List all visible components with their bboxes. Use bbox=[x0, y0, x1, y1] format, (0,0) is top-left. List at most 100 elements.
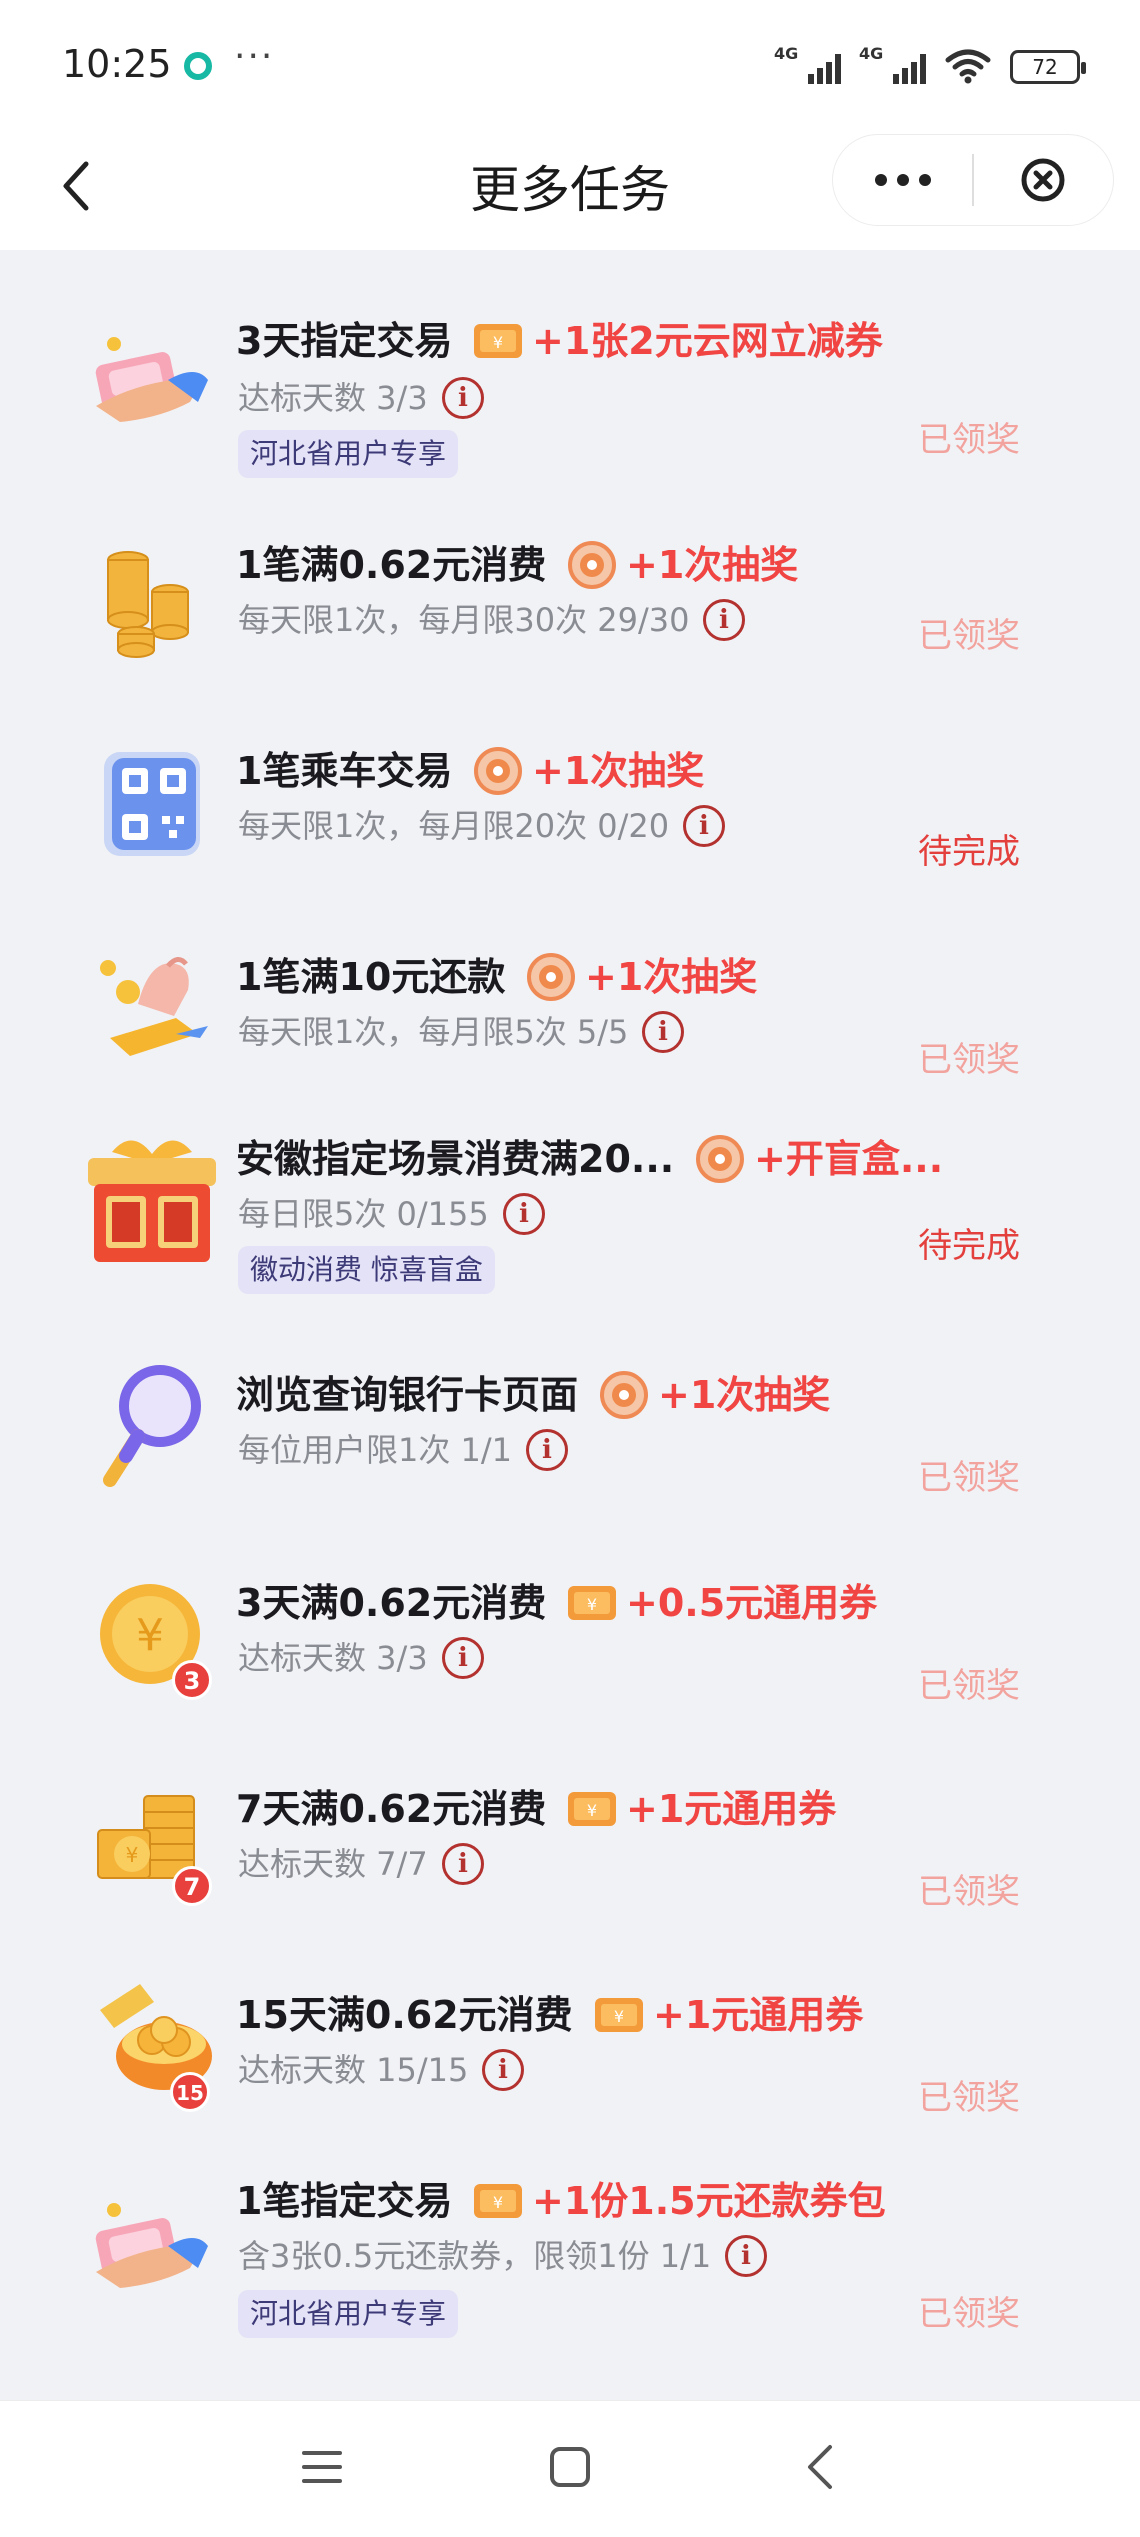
reward-text: +1次抽奖 bbox=[585, 955, 758, 999]
task-status: 已领奖 bbox=[918, 1872, 1020, 1912]
lottery-disc-icon bbox=[692, 1134, 748, 1184]
task-title: 浏览查询银行卡页面 bbox=[236, 1373, 579, 1417]
task-row[interactable]: ¥ 3 3天满0.62元消费 ¥ +0.5元通用券 达标天数 3/3 i 已领奖 bbox=[0, 1578, 1140, 1706]
task-row[interactable]: ¥ 7 7天满0.62元消费 ¥ +1元通用券 达标天数 7/7 i 已领奖 bbox=[0, 1784, 1140, 1912]
task-title: 1笔指定交易 bbox=[236, 2179, 453, 2223]
hand-cash-icon bbox=[80, 310, 220, 450]
day-count-badge: 7 bbox=[172, 1866, 212, 1906]
task-title: 1笔满10元还款 bbox=[236, 955, 506, 999]
qr-code-icon bbox=[80, 734, 220, 874]
reward-text: +1份1.5元还款券包 bbox=[532, 2179, 886, 2223]
reward-text: +1次抽奖 bbox=[658, 1373, 831, 1417]
day-count-badge: 15 bbox=[170, 2072, 210, 2112]
svg-text:¥: ¥ bbox=[136, 1610, 164, 1661]
network-type-label: 4G bbox=[859, 44, 884, 63]
reward-text: +开盲盒... bbox=[754, 1137, 944, 1181]
reward-text: +1元通用券 bbox=[626, 1787, 837, 1831]
lottery-disc-icon bbox=[470, 746, 526, 796]
gold-coins-icon bbox=[80, 530, 220, 670]
task-progress: 每天限1次，每月限30次 29/30 bbox=[238, 601, 690, 639]
close-button[interactable] bbox=[974, 134, 1113, 226]
task-progress: 每天限1次，每月限5次 5/5 bbox=[238, 1013, 629, 1051]
reward-text: +1次抽奖 bbox=[532, 749, 705, 793]
back-icon[interactable] bbox=[798, 2441, 842, 2493]
task-row[interactable]: 15 15天满0.62元消费 ¥ +1元通用券 达标天数 15/15 i 已领奖 bbox=[0, 1984, 1140, 2118]
task-row[interactable]: 1笔指定交易 ¥ +1份1.5元还款券包 含3张0.5元还款券，限领1份 1/1… bbox=[0, 2176, 1140, 2346]
task-row[interactable]: 浏览查询银行卡页面 +1次抽奖 每位用户限1次 1/1 i 已领奖 bbox=[0, 1365, 1140, 1498]
task-row[interactable]: 1笔满10元还款 +1次抽奖 每天限1次，每月限5次 5/5 i 已领奖 bbox=[0, 952, 1140, 1080]
lottery-disc-icon bbox=[564, 540, 620, 590]
task-title: 1笔乘车交易 bbox=[236, 749, 453, 793]
campaign-tag: 徽动消费 惊喜盲盒 bbox=[238, 1246, 495, 1294]
home-icon[interactable] bbox=[548, 2445, 592, 2489]
info-icon[interactable]: i bbox=[503, 1193, 545, 1235]
dot-icon bbox=[896, 174, 909, 186]
task-row[interactable]: 安徽指定场景消费满20... +开盲盒... 每日限5次 0/155 i 徽动消… bbox=[0, 1134, 1140, 1304]
dot-icon bbox=[874, 174, 887, 186]
info-icon[interactable]: i bbox=[642, 1011, 684, 1053]
task-list: 3天指定交易 ¥ +1张2元云网立减券 达标天数 3/3 i 河北省用户专享 已… bbox=[0, 250, 1140, 2400]
signal-icon: 4G bbox=[774, 44, 841, 84]
task-row[interactable]: 1笔乘车交易 +1次抽奖 每天限1次，每月限20次 0/20 i 待完成 bbox=[0, 746, 1140, 872]
task-progress: 每天限1次，每月限20次 0/20 bbox=[238, 807, 670, 845]
coupon-icon: ¥ bbox=[470, 316, 526, 366]
task-title: 15天满0.62元消费 bbox=[236, 1993, 573, 2037]
info-icon[interactable]: i bbox=[725, 2235, 767, 2277]
more-options-button[interactable] bbox=[833, 134, 972, 226]
reward-text: +1张2元云网立减券 bbox=[532, 319, 883, 363]
magnifier-icon bbox=[80, 1356, 220, 1496]
dot-icon bbox=[918, 174, 931, 186]
info-icon[interactable]: i bbox=[703, 599, 745, 641]
nav-bar: 更多任务 bbox=[0, 130, 1140, 250]
info-icon[interactable]: i bbox=[442, 1637, 484, 1679]
day-count-badge: 3 bbox=[172, 1660, 212, 1700]
region-tag: 河北省用户专享 bbox=[238, 430, 459, 478]
network-type-label: 4G bbox=[774, 44, 799, 63]
task-progress: 达标天数 7/7 bbox=[238, 1845, 428, 1883]
wifi-icon bbox=[944, 48, 992, 84]
region-tag: 河北省用户专享 bbox=[238, 2290, 459, 2338]
battery-icon: 72 bbox=[1010, 50, 1086, 84]
task-title: 安徽指定场景消费满20... bbox=[236, 1137, 675, 1181]
task-status: 已领奖 bbox=[918, 1040, 1020, 1080]
task-progress: 每日限5次 0/155 bbox=[238, 1195, 489, 1233]
coupon-icon: ¥ bbox=[564, 1784, 620, 1834]
task-status: 已领奖 bbox=[918, 1666, 1020, 1706]
status-bar: 10:25 ··· 4G 4G 72 bbox=[0, 0, 1140, 130]
reward-text: +1元通用券 bbox=[653, 1993, 864, 2037]
task-status: 待完成 bbox=[918, 1226, 1020, 1266]
coupon-icon: ¥ bbox=[591, 1990, 647, 2040]
notification-more-icon: ··· bbox=[234, 36, 275, 77]
info-icon[interactable]: i bbox=[526, 1429, 568, 1471]
gift-box-icon bbox=[78, 1124, 226, 1272]
task-title: 7天满0.62元消费 bbox=[236, 1787, 547, 1831]
task-status: 已领奖 bbox=[918, 420, 1020, 460]
lottery-disc-icon bbox=[523, 952, 579, 1002]
svg-text:¥: ¥ bbox=[493, 2193, 503, 2212]
svg-text:¥: ¥ bbox=[614, 2007, 624, 2026]
svg-text:¥: ¥ bbox=[587, 1595, 597, 1614]
info-icon[interactable]: i bbox=[442, 1843, 484, 1885]
task-status: 已领奖 bbox=[918, 2078, 1020, 2118]
task-title: 1笔满0.62元消费 bbox=[236, 543, 547, 587]
hand-coin-icon bbox=[80, 938, 220, 1078]
lottery-disc-icon bbox=[596, 1370, 652, 1420]
info-icon[interactable]: i bbox=[683, 805, 725, 847]
task-progress: 达标天数 3/3 bbox=[238, 379, 428, 417]
coupon-icon: ¥ bbox=[470, 2176, 526, 2226]
menu-icon[interactable] bbox=[300, 2445, 344, 2489]
task-status: 已领奖 bbox=[918, 616, 1020, 656]
signal-icon: 4G bbox=[859, 44, 926, 84]
task-row[interactable]: 3天指定交易 ¥ +1张2元云网立减券 达标天数 3/3 i 河北省用户专享 已… bbox=[0, 310, 1140, 478]
status-time: 10:25 bbox=[62, 42, 172, 86]
task-progress: 达标天数 15/15 bbox=[238, 2051, 469, 2089]
info-icon[interactable]: i bbox=[482, 2049, 524, 2091]
info-icon[interactable]: i bbox=[442, 377, 484, 419]
reward-text: +1次抽奖 bbox=[626, 543, 799, 587]
svg-text:¥: ¥ bbox=[126, 1843, 139, 1867]
close-circle-icon bbox=[1021, 158, 1065, 202]
task-status: 已领奖 bbox=[918, 1458, 1020, 1498]
task-row[interactable]: 1笔满0.62元消费 +1次抽奖 每天限1次，每月限30次 29/30 i 已领… bbox=[0, 540, 1140, 660]
mini-program-capsule bbox=[832, 134, 1114, 226]
task-progress: 达标天数 3/3 bbox=[238, 1639, 428, 1677]
